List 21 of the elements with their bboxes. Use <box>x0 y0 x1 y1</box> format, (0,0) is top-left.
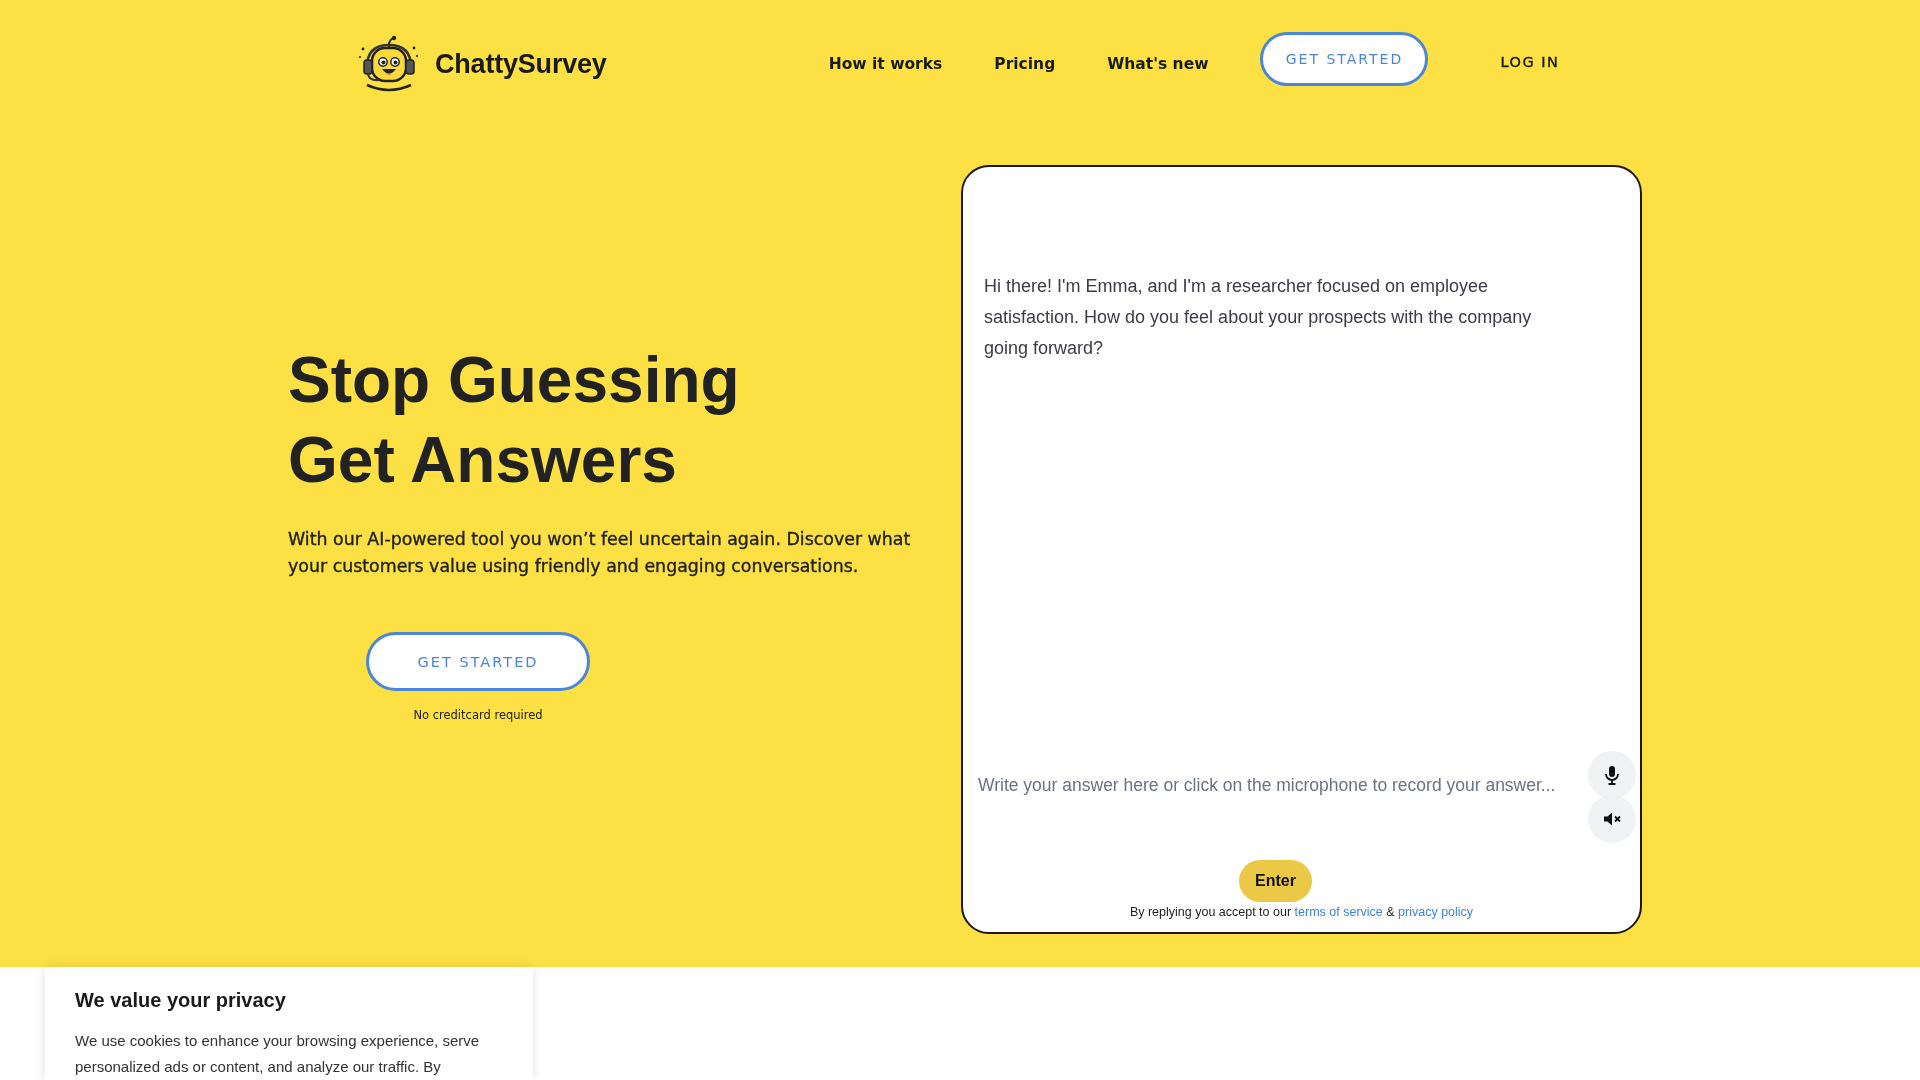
cta-note: No creditcard required <box>413 708 543 723</box>
get-started-button[interactable]: GET STARTED <box>366 632 590 691</box>
login-link[interactable]: LOG IN <box>1500 54 1560 70</box>
nav-link[interactable]: Pricing <box>994 55 1056 73</box>
chat-message: Hi there! I'm Emma, and I'm a researcher focused on employee satisfaction. How do you feel about your prospects with the company going forward? <box>984 275 1533 360</box>
nav-link[interactable]: What's new <box>1107 55 1209 73</box>
microphone-button[interactable] <box>1588 751 1636 799</box>
hero-heading: Stop Guessing Get Answers <box>288 343 741 498</box>
enter-button[interactable]: Enter <box>1239 860 1312 902</box>
sound-button[interactable] <box>1588 795 1636 843</box>
terms-link[interactable]: terms of service <box>1294 905 1383 919</box>
cookie-text: We use cookies to enhance your browsing experience, serve personalized ads or content, and analyze our traffic. By <box>75 1031 481 1077</box>
consent-text: By replying you accept to our terms of service & privacy policy <box>1128 904 1475 920</box>
nav-link[interactable]: How it works <box>828 55 943 73</box>
privacy-link[interactable]: privacy policy <box>1398 905 1474 919</box>
brand-name: ChattySurvey <box>435 48 607 80</box>
get-started-button[interactable]: GET STARTED <box>1260 32 1429 86</box>
microphone-icon <box>1605 765 1619 785</box>
cookie-title: We value your privacy <box>75 988 287 1012</box>
hero-description: With our AI-powered tool you won’t feel uncertain again. Discover what your customers value using friendly and engaging conversations. <box>288 528 912 578</box>
answer-field[interactable]: Write your answer here or click on the microphone to record your answer... <box>963 765 1588 805</box>
